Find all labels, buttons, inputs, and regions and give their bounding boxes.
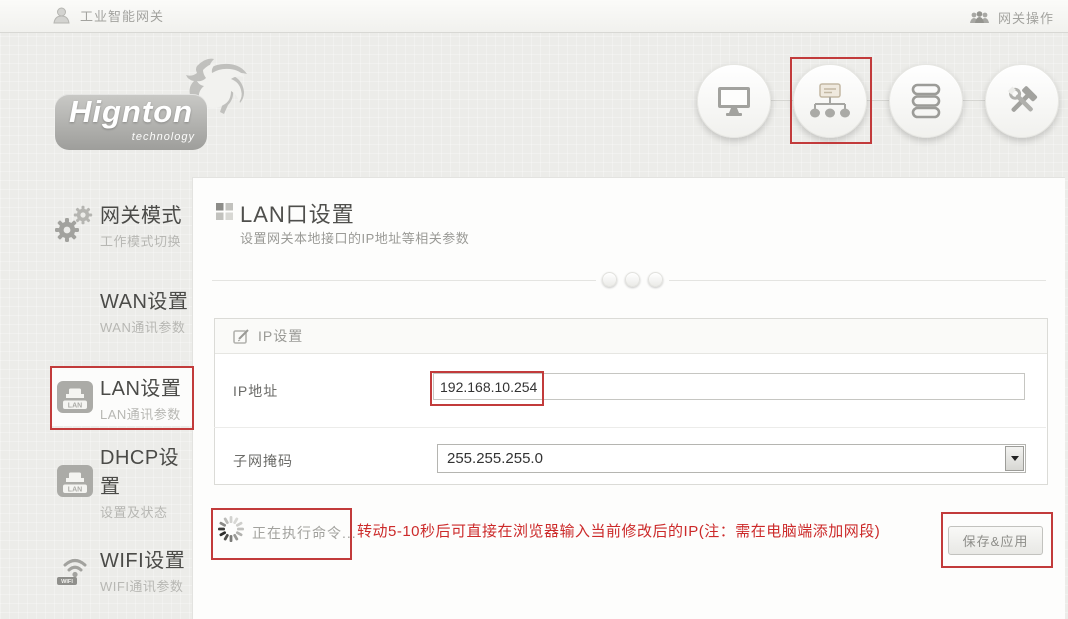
lan-port-icon: LAN xyxy=(50,381,100,413)
sidebar-item-subtitle: 工作模式切换 xyxy=(100,231,192,250)
database-icon xyxy=(911,83,941,119)
nav-network-button[interactable] xyxy=(793,64,867,138)
wifi-icon: WIFI xyxy=(50,552,100,586)
field-row-divider xyxy=(214,427,1046,428)
pager-dot[interactable] xyxy=(602,272,617,287)
dropdown-button[interactable] xyxy=(1005,446,1024,471)
pager-dot[interactable] xyxy=(625,272,640,287)
subnet-mask-label: 子网掩码 xyxy=(233,451,293,471)
ip-address-label: IP地址 xyxy=(233,381,278,401)
user-icon xyxy=(52,6,71,25)
wifi-icon-label: WIFI xyxy=(61,579,73,585)
page-subtitle: 设置网关本地接口的IP地址等相关参数 xyxy=(240,228,469,247)
nav-tools-button[interactable] xyxy=(985,64,1059,138)
sidebar-item-subtitle: WIFI通讯参数 xyxy=(100,576,192,595)
sidebar-item-title: DHCP设置 xyxy=(100,441,192,499)
logo-plate: Hignton technology xyxy=(55,94,207,150)
sidebar-item-wan-settings[interactable]: WAN设置 WAN通讯参数 xyxy=(50,284,192,336)
nav-database-button[interactable] xyxy=(889,64,963,138)
hignton-logo: Hignton technology xyxy=(55,58,255,154)
pager-dots xyxy=(596,272,669,287)
topbar-left: 工业智能网关 xyxy=(52,6,164,25)
save-apply-button[interactable]: 保存&应用 xyxy=(948,526,1043,555)
topbar: 工业智能网关 网关操作 xyxy=(0,0,1068,33)
sidebar-item-title: WAN设置 xyxy=(100,285,192,314)
ip-settings-header: IP设置 xyxy=(215,319,1047,354)
lan-port-icon: LAN xyxy=(50,465,100,497)
network-topology-icon xyxy=(807,83,853,119)
sidebar-item-gateway-mode[interactable]: 网关模式 工作模式切换 xyxy=(50,196,192,252)
sidebar-item-dhcp-settings[interactable]: LAN DHCP设置 设置及状态 xyxy=(50,452,192,510)
page-title: LAN口设置 xyxy=(240,197,355,229)
blocks-icon xyxy=(216,203,233,220)
spinner-icon xyxy=(216,514,246,544)
ip-address-input[interactable] xyxy=(433,373,1025,400)
sidebar-item-title: LAN设置 xyxy=(100,372,192,401)
sidebar-item-subtitle: 设置及状态 xyxy=(100,502,192,521)
subnet-mask-value: 255.255.255.0 xyxy=(438,450,1004,467)
gears-icon xyxy=(50,202,100,246)
lan-port-icon-label: LAN xyxy=(68,402,82,409)
sidebar-item-lan-settings[interactable]: LAN LAN设置 LAN通讯参数 xyxy=(50,368,192,426)
subnet-mask-select[interactable]: 255.255.255.0 xyxy=(437,444,1026,473)
pager-dot[interactable] xyxy=(648,272,663,287)
sidebar-item-title: WIFI设置 xyxy=(100,544,192,573)
sidebar-item-wifi-settings[interactable]: WIFI WIFI设置 WIFI通讯参数 xyxy=(50,540,192,598)
ip-settings-title: IP设置 xyxy=(258,326,303,346)
app-title: 工业智能网关 xyxy=(80,6,164,25)
nav-monitor-button[interactable] xyxy=(697,64,771,138)
edit-icon xyxy=(233,328,249,344)
sidebar-item-title: 网关模式 xyxy=(100,199,192,228)
monitor-icon xyxy=(715,85,753,117)
gateway-actions[interactable]: 网关操作 xyxy=(969,8,1054,27)
loading-status-text: 正在执行命令... xyxy=(252,523,357,543)
gateway-actions-label: 网关操作 xyxy=(998,8,1054,27)
tools-icon xyxy=(1003,83,1041,119)
lan-port-icon-label: LAN xyxy=(68,486,82,493)
chevron-down-icon xyxy=(1011,456,1019,461)
sidebar-item-subtitle: LAN通讯参数 xyxy=(100,404,192,423)
logo-brand: Hignton xyxy=(69,94,193,130)
hint-text: 转动5-10秒后可直接在浏览器输入当前修改后的IP(注：需在电脑端添加网段) xyxy=(357,520,880,541)
sidebar-item-subtitle: WAN通讯参数 xyxy=(100,317,192,336)
users-icon xyxy=(969,10,990,25)
logo-tagline: technology xyxy=(132,131,195,143)
